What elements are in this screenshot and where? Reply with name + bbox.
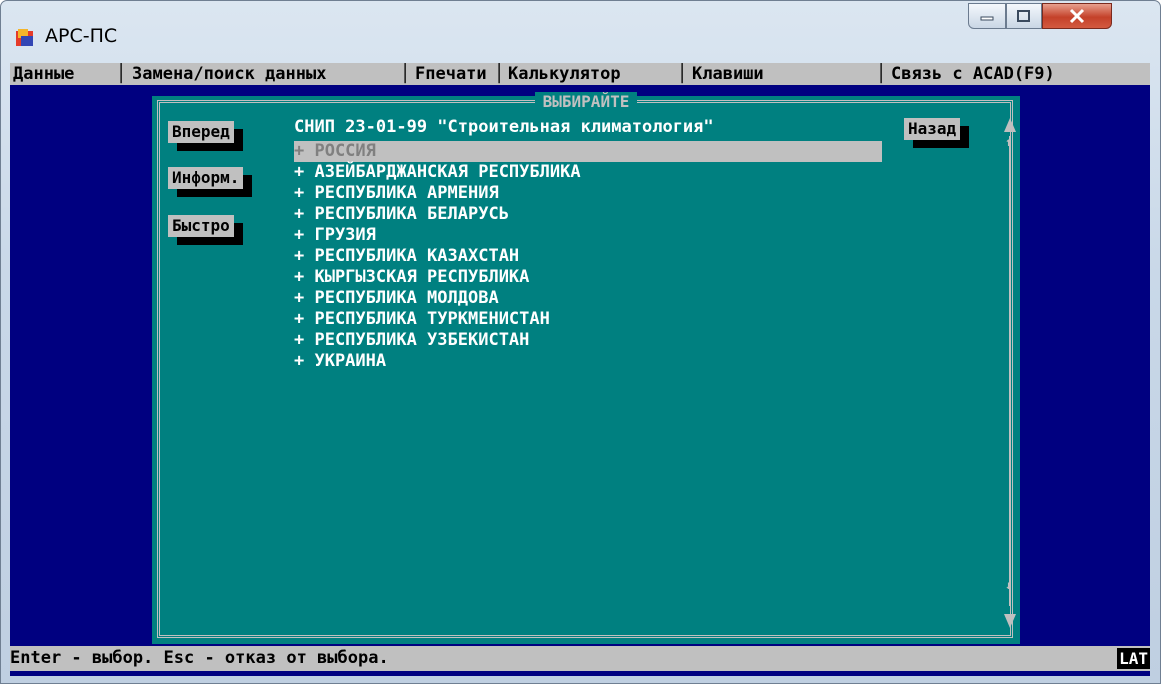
country-list-item[interactable]: + ГРУЗИЯ <box>294 225 882 246</box>
app-icon <box>16 29 33 46</box>
menu-bar: Данные │ Замена/поиск данных │ Fпечати │… <box>10 63 1150 85</box>
menu-replace-search[interactable]: Замена/поиск данных <box>132 63 326 85</box>
scroll-down-arrow-icon[interactable] <box>1004 614 1016 628</box>
menu-divider: │ <box>400 64 411 84</box>
scroll-thumb-bottom-icon: ↓ <box>1005 578 1013 592</box>
back-button[interactable]: Назад <box>904 118 961 140</box>
menu-divider: │ <box>116 64 127 84</box>
forward-button[interactable]: Вперед <box>168 121 234 143</box>
dos-screen: Данные │ Замена/поиск данных │ Fпечати │… <box>10 63 1150 676</box>
menu-acad-link[interactable]: Связь с ACAD(F9) <box>891 63 1055 85</box>
keyboard-layout-indicator: LAT <box>1117 648 1150 669</box>
vertical-scrollbar[interactable]: ↑ ↓ <box>1004 118 1016 628</box>
close-icon <box>1069 8 1085 24</box>
scroll-up-arrow-icon[interactable] <box>1004 118 1016 132</box>
country-list-item[interactable]: + РЕСПУБЛИКА УЗБЕКИСТАН <box>294 330 882 351</box>
close-button[interactable] <box>1042 3 1112 29</box>
country-list-item[interactable]: + РЕСПУБЛИКА КАЗАХСТАН <box>294 246 882 267</box>
status-hint: Enter - выбор. Esc - отказ от выбора. <box>10 648 389 668</box>
country-list-item[interactable]: + РЕСПУБЛИКА АРМЕНИЯ <box>294 183 882 204</box>
country-list-item[interactable]: + АЗЕЙБАРДЖАНСКАЯ РЕСПУБЛИКА <box>294 162 882 183</box>
country-list-item[interactable]: + РЕСПУБЛИКА БЕЛАРУСЬ <box>294 204 882 225</box>
country-list-item[interactable]: + КЫРГЫЗСКАЯ РЕСПУБЛИКА <box>294 267 882 288</box>
scroll-thumb-top-icon: ↑ <box>1005 135 1013 149</box>
menu-calculator[interactable]: Калькулятор <box>508 63 621 85</box>
country-list: + РОССИЯ + АЗЕЙБАРДЖАНСКАЯ РЕСПУБЛИКА + РЕ… <box>294 141 882 372</box>
country-list-item[interactable]: + УКРАИНА <box>294 351 882 372</box>
list-heading: СНИП 23-01-99 "Строительная климатология… <box>294 117 714 137</box>
minimize-button[interactable] <box>968 3 1006 29</box>
window-title: АРС-ПС <box>45 25 118 47</box>
application-window: АРС-ПС Данные │ Замена/поиск данных │ Fп… <box>0 0 1161 684</box>
menu-data[interactable]: Данные <box>13 63 74 85</box>
title-bar[interactable]: АРС-ПС <box>1 1 1160 63</box>
menu-divider: │ <box>494 64 505 84</box>
maximize-icon <box>1017 10 1030 22</box>
minimize-icon <box>980 16 994 21</box>
menu-keys[interactable]: Клавиши <box>692 63 764 85</box>
maximize-button[interactable] <box>1006 3 1042 29</box>
country-list-item[interactable]: + РЕСПУБЛИКА ТУРКМЕНИСТАН <box>294 309 882 330</box>
scroll-track[interactable] <box>1009 136 1013 606</box>
status-bar: Enter - выбор. Esc - отказ от выбора. LA… <box>10 646 1150 671</box>
dialog-title: ВЫБИРАЙТЕ <box>534 92 638 111</box>
country-list-item[interactable]: + РЕСПУБЛИКА МОЛДОВА <box>294 288 882 309</box>
select-dialog: ВЫБИРАЙТЕ Вперед Информ. Быстро Назад СН… <box>152 92 1020 644</box>
dialog-title-wrap: ВЫБИРАЙТЕ <box>152 92 1020 111</box>
fast-button[interactable]: Быстро <box>168 215 234 237</box>
country-list-item[interactable]: + РОССИЯ <box>294 141 882 162</box>
menu-divider: │ <box>876 64 887 84</box>
menu-divider: │ <box>677 64 688 84</box>
menu-print[interactable]: Fпечати <box>415 63 487 85</box>
info-button[interactable]: Информ. <box>168 167 244 189</box>
